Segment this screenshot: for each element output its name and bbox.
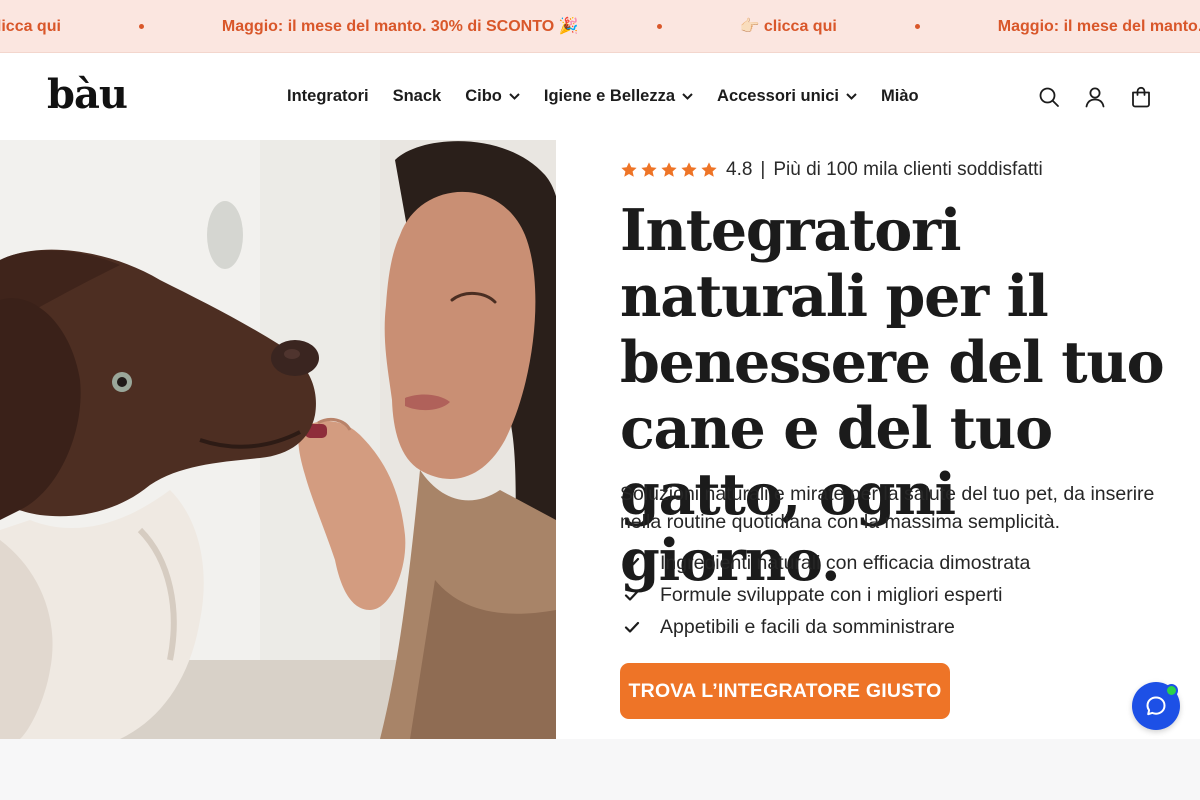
benefit-text: Ingredienti naturali con efficacia dimos… bbox=[660, 551, 1031, 574]
nav-item-igiene-e-bellezza[interactable]: Igiene e Bellezza bbox=[544, 87, 693, 106]
chevron-down-icon bbox=[682, 93, 693, 100]
header-actions bbox=[1038, 53, 1152, 140]
nav-item-miao[interactable]: Miào bbox=[881, 87, 919, 106]
site-header: bàu Integratori Snack Cibo Igiene e Bell… bbox=[0, 53, 1200, 140]
announcement-separator bbox=[914, 24, 920, 29]
rating-summary: 4.8 | Più di 100 mila clienti soddisfatt… bbox=[620, 159, 1043, 181]
chat-icon bbox=[1146, 696, 1166, 716]
rating-stars bbox=[620, 161, 718, 179]
announcement-message[interactable]: Maggio: il mese del manto. 30% di SCONTO… bbox=[998, 0, 1200, 52]
star-icon bbox=[701, 162, 717, 177]
nav-item-integratori[interactable]: Integratori bbox=[287, 87, 369, 106]
star-icon bbox=[681, 162, 697, 177]
main-nav: Integratori Snack Cibo Igiene e Bellezza… bbox=[287, 53, 919, 140]
nav-item-label: Snack bbox=[392, 87, 442, 105]
benefit-item: Formule sviluppate con i migliori espert… bbox=[620, 579, 1180, 611]
announcement-separator bbox=[656, 24, 662, 29]
nav-item-label: Miào bbox=[881, 87, 919, 105]
cart-icon[interactable] bbox=[1130, 86, 1152, 108]
nav-item-label: Accessori unici bbox=[717, 87, 840, 105]
checkmark-icon bbox=[624, 589, 640, 601]
account-icon[interactable] bbox=[1084, 86, 1106, 108]
announcement-bar[interactable]: clicca qui Maggio: il mese del manto. 30… bbox=[0, 0, 1200, 53]
chevron-down-icon bbox=[846, 93, 857, 100]
rating-score: 4.8 bbox=[726, 159, 753, 180]
rating-text: Più di 100 mila clienti soddisfatti bbox=[773, 159, 1043, 180]
star-icon bbox=[641, 162, 657, 177]
rating-separator: | bbox=[760, 159, 766, 180]
hero-subtitle: Soluzioni naturali e mirate per la salut… bbox=[620, 483, 1155, 533]
benefit-item: Appetibili e facili da somministrare bbox=[620, 611, 1180, 643]
find-supplement-button[interactable]: TROVA L’INTEGRATORE GIUSTO bbox=[620, 663, 950, 719]
next-section-band bbox=[0, 739, 1200, 800]
announcement-separator bbox=[138, 24, 144, 29]
star-icon bbox=[661, 162, 677, 177]
benefit-list: Ingredienti naturali con efficacia dimos… bbox=[620, 547, 1180, 643]
nav-item-cibo[interactable]: Cibo bbox=[465, 87, 520, 106]
hero-image bbox=[0, 140, 556, 739]
benefit-text: Appetibili e facili da somministrare bbox=[660, 615, 955, 638]
chevron-down-icon bbox=[509, 93, 520, 100]
nav-item-label: Igiene e Bellezza bbox=[543, 87, 676, 105]
nav-item-label: Cibo bbox=[465, 87, 502, 105]
benefit-item: Ingredienti naturali con efficacia dimos… bbox=[620, 547, 1180, 579]
announcement-message[interactable]: Maggio: il mese del manto. 30% di SCONTO… bbox=[222, 0, 579, 52]
checkmark-icon bbox=[624, 557, 640, 569]
nav-item-snack[interactable]: Snack bbox=[393, 87, 442, 106]
nav-item-accessori-unici[interactable]: Accessori unici bbox=[717, 87, 857, 106]
brand-logo[interactable]: bàu bbox=[47, 71, 128, 119]
star-icon bbox=[621, 162, 637, 177]
announcement-link[interactable]: 👉🏻 clicca qui bbox=[740, 0, 837, 52]
benefit-text: Formule sviluppate con i migliori espert… bbox=[660, 583, 1003, 606]
checkmark-icon bbox=[624, 621, 640, 633]
search-icon[interactable] bbox=[1038, 86, 1060, 108]
announcement-track: clicca qui Maggio: il mese del manto. 30… bbox=[0, 0, 1200, 52]
nav-item-label: Integratori bbox=[287, 87, 369, 105]
online-status-indicator bbox=[1165, 684, 1178, 697]
announcement-link[interactable]: clicca qui bbox=[0, 0, 61, 52]
